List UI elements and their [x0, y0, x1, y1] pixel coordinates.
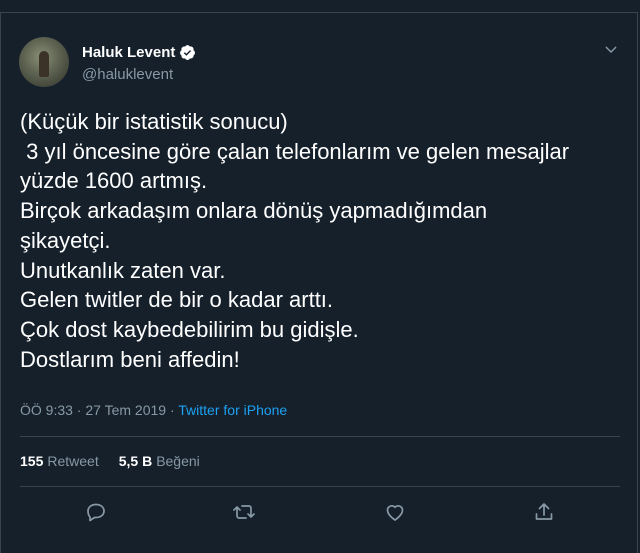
avatar[interactable]	[19, 37, 69, 87]
like-count: 5,5 B	[118, 453, 153, 469]
divider	[20, 486, 620, 487]
author-name[interactable]: Haluk Levent	[82, 44, 175, 61]
divider	[20, 436, 620, 437]
share-icon[interactable]	[532, 500, 556, 524]
meta-separator: ·	[72, 402, 86, 418]
reply-icon[interactable]	[84, 500, 108, 524]
retweet-label: Retweet	[47, 453, 99, 469]
tweet-source-link[interactable]: Twitter for iPhone	[178, 402, 287, 418]
author-name-row[interactable]: Haluk Levent	[82, 44, 196, 61]
tweet-meta: ÖÖ 9:33 · 27 Tem 2019 · Twitter for iPho…	[20, 402, 287, 418]
retweet-stat[interactable]: 155 Retweet	[20, 453, 99, 469]
like-stat[interactable]: 5,5 B Beğeni	[119, 453, 200, 469]
tweet-stats: 155 Retweet 5,5 B Beğeni	[20, 453, 220, 469]
retweet-icon[interactable]	[232, 500, 256, 524]
verified-badge-icon	[180, 45, 196, 60]
tweet-text: (Küçük bir istatistik sonucu) 3 yıl önce…	[20, 109, 570, 372]
meta-separator: ·	[166, 402, 179, 418]
tweet-date[interactable]: 27 Tem 2019	[85, 402, 166, 418]
heart-icon[interactable]	[383, 500, 407, 524]
like-label: Beğeni	[156, 453, 200, 469]
tweet-time[interactable]: ÖÖ 9:33	[20, 402, 73, 418]
retweet-count: 155	[20, 453, 44, 469]
author-handle[interactable]: @haluklevent	[82, 66, 173, 83]
chevron-down-icon[interactable]	[603, 42, 619, 58]
avatar-figure	[39, 51, 49, 77]
